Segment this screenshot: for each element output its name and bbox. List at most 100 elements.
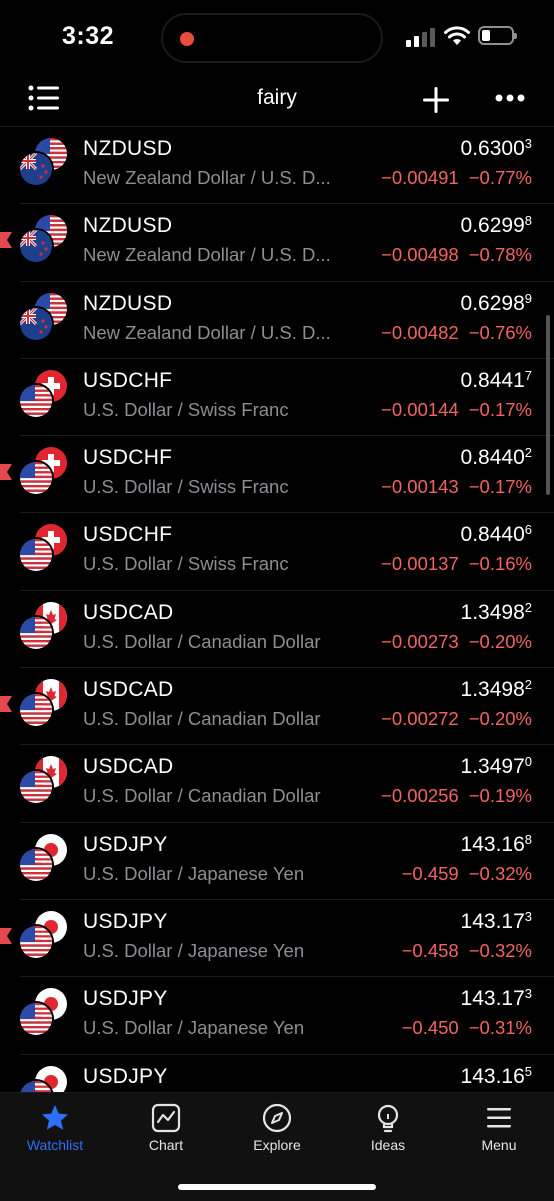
us-flag-icon <box>20 849 52 881</box>
watchlist-row[interactable]: USDCAD U.S. Dollar / Canadian Dollar 1.3… <box>0 591 554 668</box>
home-indicator[interactable] <box>178 1184 376 1190</box>
change-percent: −0.77% <box>469 167 532 188</box>
last-price: 0.62998 <box>461 214 532 238</box>
currency-flags <box>20 293 68 343</box>
last-price: 0.84417 <box>461 369 532 393</box>
us-flag-icon <box>20 617 52 649</box>
symbol-description: New Zealand Dollar / U.S. D... <box>83 167 331 189</box>
watchlist-row[interactable]: USDJPY U.S. Dollar / Japanese Yen 143.17… <box>0 977 554 1054</box>
symbol-name: USDCHF <box>83 446 172 470</box>
price-change: −0.00272−0.20% <box>381 708 532 730</box>
tab-ideas[interactable]: Ideas <box>338 1093 438 1163</box>
add-symbol-icon[interactable] <box>420 84 452 116</box>
watchlist-row[interactable]: USDJPY 143.165 <box>0 1055 554 1095</box>
wifi-icon <box>443 25 471 47</box>
change-value: −0.00482 <box>381 322 459 343</box>
change-percent: −0.78% <box>469 244 532 265</box>
watchlist-row[interactable]: NZDUSD New Zealand Dollar / U.S. D... 0.… <box>0 127 554 204</box>
price-pip: 8 <box>525 213 532 228</box>
currency-flags <box>20 834 68 884</box>
cellular-signal-icon <box>406 27 436 47</box>
us-flag-icon <box>20 694 52 726</box>
price-change: −0.450−0.31% <box>402 1017 532 1039</box>
price-pip: 2 <box>525 445 532 460</box>
change-value: −0.459 <box>402 863 459 884</box>
symbol-description: U.S. Dollar / Swiss Franc <box>83 476 289 498</box>
us-flag-icon <box>20 771 52 803</box>
chart-icon <box>151 1103 181 1133</box>
watchlist-row[interactable]: USDJPY U.S. Dollar / Japanese Yen 143.16… <box>0 823 554 900</box>
currency-flags <box>20 370 68 420</box>
nz-flag-icon <box>20 230 52 262</box>
symbol-name: USDJPY <box>83 833 168 857</box>
last-price: 143.165 <box>461 1065 532 1089</box>
status-bar: 3:32 <box>0 0 554 80</box>
symbol-description: New Zealand Dollar / U.S. D... <box>83 244 331 266</box>
lightbulb-icon <box>373 1103 403 1133</box>
flag-marker-icon[interactable] <box>0 928 12 944</box>
price-pip: 3 <box>525 909 532 924</box>
compass-icon <box>262 1103 292 1133</box>
symbol-name: USDJPY <box>83 987 168 1011</box>
price-pip: 3 <box>525 986 532 1001</box>
currency-flags <box>20 138 68 188</box>
nz-flag-icon <box>20 153 52 185</box>
symbol-description: New Zealand Dollar / U.S. D... <box>83 322 331 344</box>
symbol-description: U.S. Dollar / Canadian Dollar <box>83 708 321 730</box>
currency-flags <box>20 988 68 1038</box>
symbol-name: NZDUSD <box>83 137 172 161</box>
flag-marker-icon[interactable] <box>0 696 12 712</box>
watchlist-row[interactable]: USDCAD U.S. Dollar / Canadian Dollar 1.3… <box>0 668 554 745</box>
currency-flags <box>20 911 68 961</box>
watchlist-row[interactable]: NZDUSD New Zealand Dollar / U.S. D... 0.… <box>0 204 554 281</box>
change-value: −0.00256 <box>381 785 459 806</box>
watchlist-title[interactable]: fairy <box>0 86 554 110</box>
currency-flags <box>20 602 68 652</box>
change-value: −0.00273 <box>381 631 459 652</box>
tab-explore[interactable]: Explore <box>227 1093 327 1163</box>
nav-bar: fairy <box>0 72 554 127</box>
price-pip: 9 <box>525 291 532 306</box>
symbol-description: U.S. Dollar / Swiss Franc <box>83 553 289 575</box>
hamburger-icon <box>484 1103 514 1133</box>
currency-flags <box>20 447 68 497</box>
tab-menu[interactable]: Menu <box>449 1093 549 1163</box>
tab-chart[interactable]: Chart <box>116 1093 216 1163</box>
change-percent: −0.32% <box>469 863 532 884</box>
watchlist-row[interactable]: USDCHF U.S. Dollar / Swiss Franc 0.84417… <box>0 359 554 436</box>
more-options-icon[interactable] <box>494 92 526 104</box>
last-price: 1.34982 <box>461 678 532 702</box>
scrollbar[interactable] <box>546 315 550 495</box>
tab-watchlist[interactable]: Watchlist <box>5 1093 105 1163</box>
tab-label: Watchlist <box>5 1137 105 1153</box>
last-price: 1.34970 <box>461 755 532 779</box>
price-pip: 8 <box>525 832 532 847</box>
watchlist-row[interactable]: USDJPY U.S. Dollar / Japanese Yen 143.17… <box>0 900 554 977</box>
last-price: 0.63003 <box>461 137 532 161</box>
watchlist-row[interactable]: USDCHF U.S. Dollar / Swiss Franc 0.84402… <box>0 436 554 513</box>
price-pip: 2 <box>525 600 532 615</box>
change-value: −0.00143 <box>381 476 459 497</box>
last-price: 0.84402 <box>461 446 532 470</box>
tab-label: Menu <box>449 1137 549 1153</box>
watchlist-row[interactable]: NZDUSD New Zealand Dollar / U.S. D... 0.… <box>0 282 554 359</box>
watchlist-row[interactable]: USDCAD U.S. Dollar / Canadian Dollar 1.3… <box>0 745 554 822</box>
symbol-name: USDCHF <box>83 523 172 547</box>
change-percent: −0.32% <box>469 940 532 961</box>
us-flag-icon <box>20 385 52 417</box>
symbol-name: USDJPY <box>83 910 168 934</box>
last-price: 0.84406 <box>461 523 532 547</box>
price-change: −0.458−0.32% <box>402 940 532 962</box>
flag-marker-icon[interactable] <box>0 232 12 248</box>
currency-flags <box>20 756 68 806</box>
us-flag-icon <box>20 1003 52 1035</box>
watchlist-row[interactable]: USDCHF U.S. Dollar / Swiss Franc 0.84406… <box>0 513 554 590</box>
tab-label: Chart <box>116 1137 216 1153</box>
flag-marker-icon[interactable] <box>0 464 12 480</box>
symbol-description: U.S. Dollar / Canadian Dollar <box>83 631 321 653</box>
us-flag-icon <box>20 539 52 571</box>
last-price: 1.34982 <box>461 601 532 625</box>
price-change: −0.00256 −0.19% <box>381 785 532 807</box>
change-percent: −0.19% <box>469 785 532 806</box>
star-icon <box>40 1103 70 1133</box>
